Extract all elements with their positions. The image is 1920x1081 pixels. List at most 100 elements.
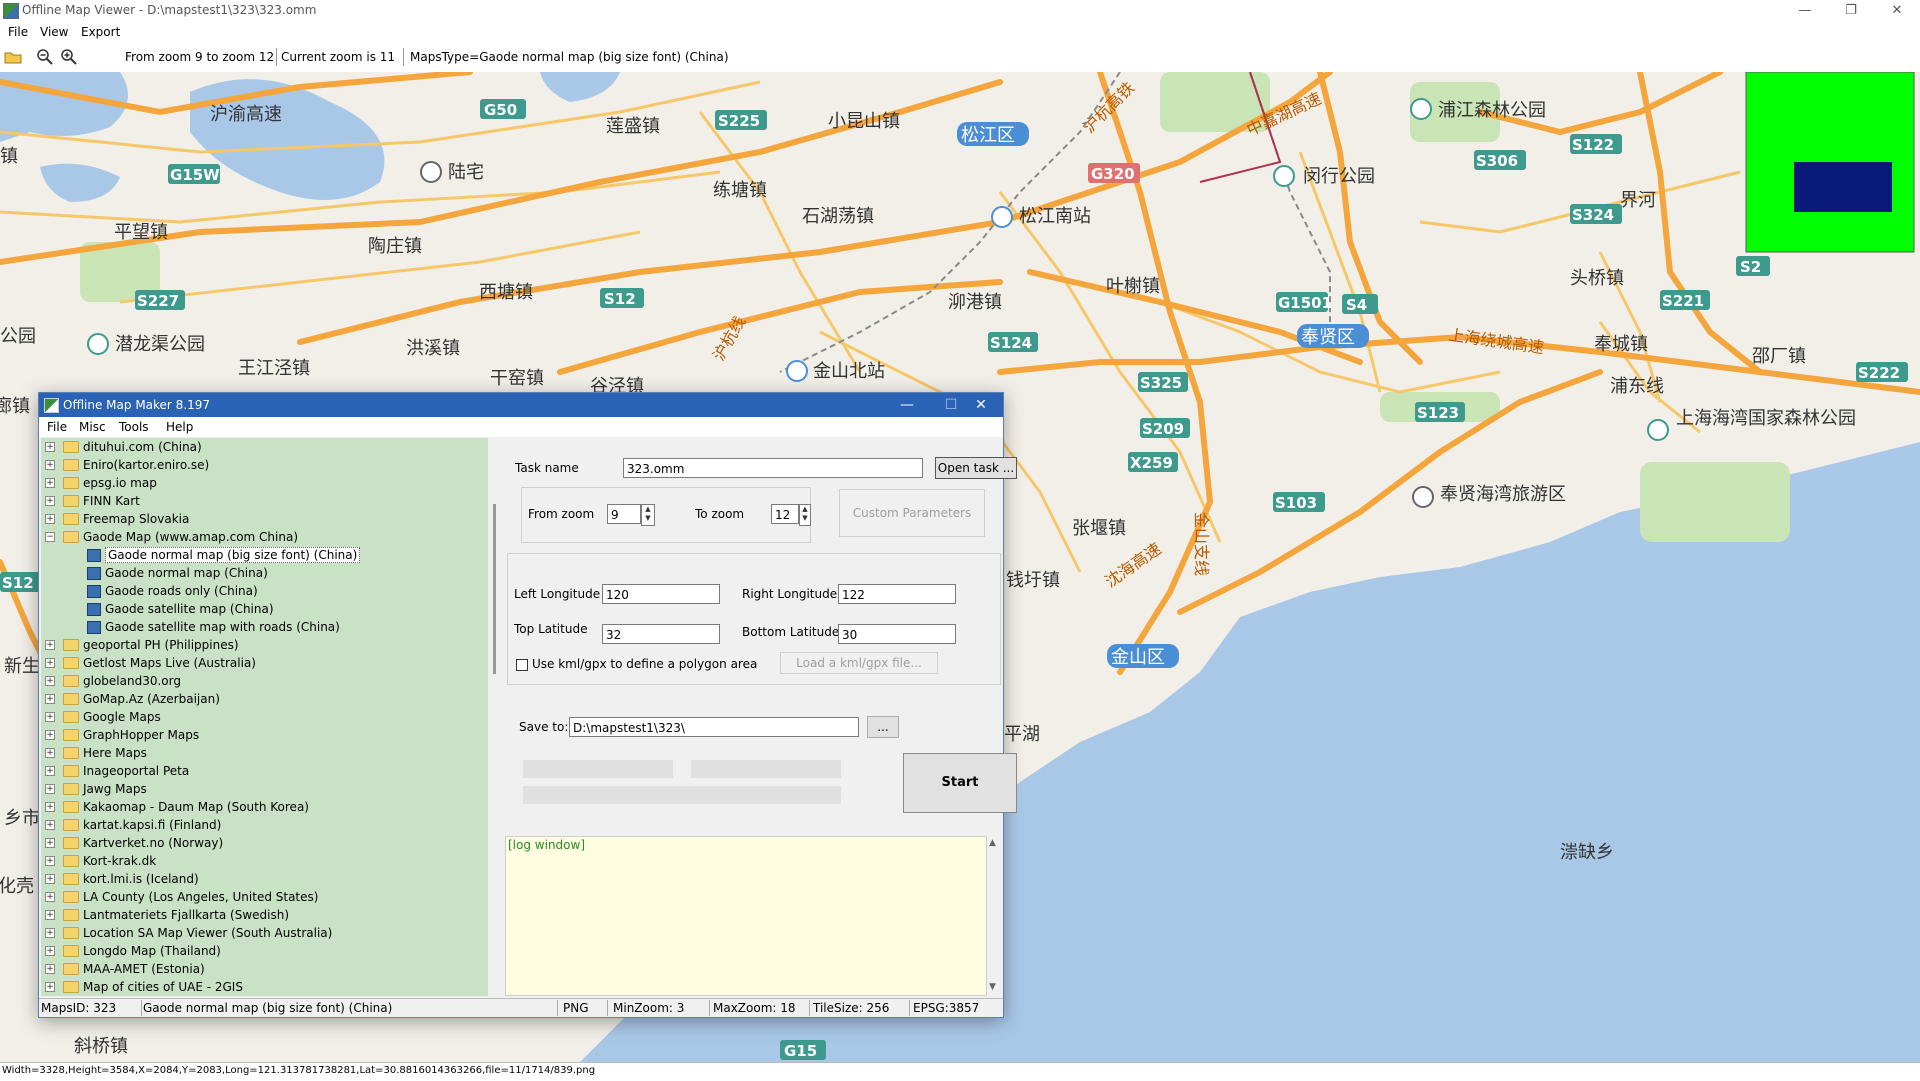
expand-icon[interactable]: + xyxy=(45,442,55,452)
tree-folder-item[interactable]: + GoMap.Az (Azerbaijan) xyxy=(41,690,488,708)
expand-icon[interactable]: + xyxy=(45,892,55,902)
tree-folder-item[interactable]: + Freemap Slovakia xyxy=(41,510,488,528)
to-zoom-spinner[interactable]: ▲ ▼ xyxy=(799,504,811,526)
open-task-button[interactable]: Open task ... xyxy=(935,457,1017,479)
expand-icon[interactable]: + xyxy=(45,946,55,956)
from-zoom-input[interactable]: 9 xyxy=(607,504,641,524)
tree-map-item[interactable]: Gaode normal map (big size font) (China) xyxy=(41,546,488,564)
maker-minimize-button[interactable]: — xyxy=(885,393,929,417)
spin-up-icon[interactable]: ▲ xyxy=(642,505,654,514)
spin-up-icon[interactable]: ▲ xyxy=(800,505,810,514)
expand-icon[interactable]: + xyxy=(45,820,55,830)
right-longitude-input[interactable]: 122 xyxy=(838,584,956,604)
expand-icon[interactable]: + xyxy=(45,496,55,506)
tree-folder-item[interactable]: + geoportal PH (Philippines) xyxy=(41,636,488,654)
tree-map-item[interactable]: Gaode satellite map with roads (China) xyxy=(41,618,488,636)
expand-icon[interactable]: + xyxy=(45,694,55,704)
tree-folder-item[interactable]: + Kort-krak.dk xyxy=(41,852,488,870)
expand-icon[interactable]: + xyxy=(45,856,55,866)
maker-menu-file[interactable]: File xyxy=(47,420,67,434)
tree-folder-item[interactable]: + Here Maps xyxy=(41,744,488,762)
tree-folder-item[interactable]: + MAA-AMET (Estonia) xyxy=(41,960,488,978)
overview-viewport[interactable] xyxy=(1794,162,1892,212)
bottom-latitude-input[interactable]: 30 xyxy=(838,624,956,644)
left-longitude-input[interactable]: 120 xyxy=(602,584,720,604)
tree-folder-item[interactable]: − Gaode Map (www.amap.com China) xyxy=(41,528,488,546)
map-maker-window[interactable]: Offline Map Maker 8.197 — ☐ ✕ File Misc … xyxy=(38,392,1017,1018)
expand-icon[interactable]: + xyxy=(45,802,55,812)
expand-icon[interactable]: + xyxy=(45,982,55,992)
close-button[interactable]: ✕ xyxy=(1874,0,1920,22)
to-zoom-input[interactable]: 12 xyxy=(771,504,799,524)
tree-map-item[interactable]: Gaode normal map (China) xyxy=(41,564,488,582)
zoom-in-icon[interactable] xyxy=(60,48,78,66)
minimize-button[interactable]: — xyxy=(1782,0,1828,22)
expand-icon[interactable]: + xyxy=(45,928,55,938)
expand-icon[interactable]: + xyxy=(45,748,55,758)
tree-scrollbar-thumb[interactable] xyxy=(493,504,496,674)
maker-menu-misc[interactable]: Misc xyxy=(79,420,106,434)
log-scrollbar[interactable]: ▲ ▼ xyxy=(987,836,1001,996)
expand-icon[interactable]: + xyxy=(45,730,55,740)
tree-folder-item[interactable]: + Location SA Map Viewer (South Australia… xyxy=(41,924,488,942)
maker-close-button[interactable]: ✕ xyxy=(959,393,1003,417)
task-name-input[interactable]: 323.omm xyxy=(623,458,923,478)
tree-folder-item[interactable]: + Jawg Maps xyxy=(41,780,488,798)
kml-checkbox[interactable] xyxy=(516,659,528,671)
from-zoom-spinner[interactable]: ▲ ▼ xyxy=(641,504,655,526)
tree-folder-item[interactable]: + Kartverket.no (Norway) xyxy=(41,834,488,852)
log-window[interactable]: [log window] xyxy=(505,836,987,996)
tree-folder-item[interactable]: + GraphHopper Maps xyxy=(41,726,488,744)
menu-view[interactable]: View xyxy=(40,25,68,39)
tree-map-item[interactable]: Gaode satellite map (China) xyxy=(41,600,488,618)
expand-icon[interactable]: + xyxy=(45,874,55,884)
expand-icon[interactable]: + xyxy=(45,640,55,650)
spin-down-icon[interactable]: ▼ xyxy=(800,514,810,523)
tree-folder-item[interactable]: + Kakaomap - Daum Map (South Korea) xyxy=(41,798,488,816)
tree-map-item[interactable]: Gaode roads only (China) xyxy=(41,582,488,600)
tree-folder-item[interactable]: + Map of cities of UAE - 2GIS xyxy=(41,978,488,996)
tree-folder-item[interactable]: + kort.lmi.is (Iceland) xyxy=(41,870,488,888)
custom-parameters-button[interactable]: Custom Parameters xyxy=(839,489,985,537)
expand-icon[interactable]: + xyxy=(45,478,55,488)
load-kml-button[interactable]: Load a kml/gpx file... xyxy=(780,652,938,674)
open-folder-icon[interactable] xyxy=(4,48,22,66)
expand-icon[interactable]: + xyxy=(45,676,55,686)
start-button[interactable]: Start xyxy=(903,753,1017,813)
tree-folder-item[interactable]: + LA County (Los Angeles, United States) xyxy=(41,888,488,906)
tree-folder-item[interactable]: + dituhui.com (China) xyxy=(41,438,488,456)
expand-icon[interactable]: + xyxy=(45,460,55,470)
expand-icon[interactable]: + xyxy=(45,838,55,848)
save-to-input[interactable]: D:\mapstest1\323\ xyxy=(569,717,859,737)
maximize-button[interactable]: ❐ xyxy=(1828,0,1874,22)
expand-icon[interactable]: + xyxy=(45,784,55,794)
expand-icon[interactable]: + xyxy=(45,712,55,722)
expand-icon[interactable]: + xyxy=(45,766,55,776)
menu-file[interactable]: File xyxy=(8,25,28,39)
scroll-up-icon[interactable]: ▲ xyxy=(989,838,996,848)
zoom-out-icon[interactable] xyxy=(36,48,54,66)
tree-folder-item[interactable]: + globeland30.org xyxy=(41,672,488,690)
expand-icon[interactable]: + xyxy=(45,964,55,974)
maker-menu-help[interactable]: Help xyxy=(166,420,193,434)
map-source-tree[interactable]: + dituhui.com (China) + Eniro(kartor.eniro.… xyxy=(41,438,488,996)
maker-menu-tools[interactable]: Tools xyxy=(119,420,149,434)
maker-titlebar[interactable]: Offline Map Maker 8.197 — ☐ ✕ xyxy=(39,393,1003,417)
expand-icon[interactable]: + xyxy=(45,910,55,920)
expand-icon[interactable]: + xyxy=(45,658,55,668)
spin-down-icon[interactable]: ▼ xyxy=(642,514,654,523)
tree-folder-item[interactable]: + FINN Kart xyxy=(41,492,488,510)
expand-icon[interactable]: + xyxy=(45,514,55,524)
tree-folder-item[interactable]: + Lantmateriets Fjallkarta (Swedish) xyxy=(41,906,488,924)
scroll-down-icon[interactable]: ▼ xyxy=(989,982,996,992)
tree-folder-item[interactable]: + Longdo Map (Thailand) xyxy=(41,942,488,960)
top-latitude-input[interactable]: 32 xyxy=(602,624,720,644)
tree-folder-item[interactable]: + Eniro(kartor.eniro.se) xyxy=(41,456,488,474)
tree-folder-item[interactable]: + kartat.kapsi.fi (Finland) xyxy=(41,816,488,834)
browse-button[interactable]: ... xyxy=(867,716,899,738)
tree-folder-item[interactable]: + Getlost Maps Live (Australia) xyxy=(41,654,488,672)
menu-export[interactable]: Export xyxy=(81,25,120,39)
collapse-icon[interactable]: − xyxy=(45,532,55,542)
tree-folder-item[interactable]: + epsg.io map xyxy=(41,474,488,492)
tree-folder-item[interactable]: + Inageoportal Peta xyxy=(41,762,488,780)
